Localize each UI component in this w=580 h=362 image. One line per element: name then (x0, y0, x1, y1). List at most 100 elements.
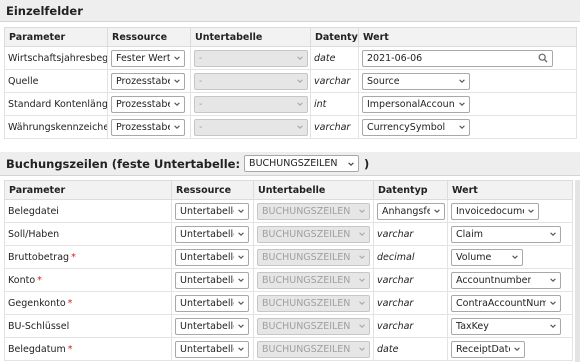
resource-select[interactable]: Fester Wert (111, 49, 185, 67)
subtable-select-value: BUCHUNGSZEILEN (262, 297, 351, 309)
value-select[interactable]: Volume (451, 248, 523, 266)
chevron-down-icon (348, 161, 354, 166)
resource-select[interactable]: Prozesstabelle (111, 118, 185, 136)
table-row: Soll/Haben Untertabelle BUCHUNGSZEILEN varc… (4, 222, 573, 246)
subtable-select-value: - (199, 121, 203, 133)
chevron-down-icon (459, 79, 465, 83)
datatype-cell: varchar (310, 115, 359, 139)
required-marker: * (67, 297, 73, 309)
param-label: Konto (8, 274, 36, 286)
resource-select[interactable]: Prozesstabelle (111, 95, 185, 113)
resource-select-value: Untertabelle (180, 274, 234, 286)
resource-select[interactable]: Untertabelle (175, 225, 249, 243)
subtable-cell: - (190, 115, 311, 139)
subtable-cell: BUCHUNGSZEILEN (253, 291, 374, 315)
col-header-subtable[interactable]: Untertabelle (190, 27, 311, 47)
single-fields-table: Parameter Ressource Untertabelle Datenty… (4, 27, 577, 139)
resource-cell: Untertabelle (171, 199, 254, 223)
table-row: Gegenkonto * Untertabelle BUCHUNGSZEILEN var… (4, 291, 573, 315)
param-cell: Konto * (4, 268, 172, 292)
subtable-cell: BUCHUNGSZEILEN (253, 268, 374, 292)
col-header-value[interactable]: Wert (358, 27, 577, 47)
col-header-subtable[interactable]: Untertabelle (253, 180, 374, 200)
value-select[interactable]: Claim (451, 225, 561, 243)
resource-select[interactable]: Untertabelle (175, 271, 249, 289)
subtable-cell: - (190, 69, 311, 93)
value-select[interactable]: Invoicedocument (451, 202, 539, 220)
col-header-parameter[interactable]: Parameter (4, 180, 172, 200)
value-select[interactable]: Source (362, 72, 470, 90)
param-label: Quelle (8, 75, 39, 87)
value-cell: Invoicedocument (447, 199, 573, 223)
resource-select-value: Fester Wert (116, 52, 170, 64)
chevron-down-icon (359, 347, 365, 351)
value-select[interactable]: Accountnumber (451, 271, 561, 289)
resource-cell: Untertabelle (171, 337, 254, 361)
subtable-select: BUCHUNGSZEILEN (257, 317, 370, 335)
resource-select-value: Untertabelle (180, 228, 234, 240)
value-select[interactable]: CurrencySymbol (362, 118, 470, 136)
chevron-down-icon (238, 209, 244, 213)
table-row: Standard Kontenlänge Prozesstabelle - int Im… (4, 92, 577, 116)
datatype-cell: decimal (373, 245, 448, 269)
resource-select[interactable]: Untertabelle (175, 294, 249, 312)
resource-cell: Prozesstabelle (107, 92, 191, 116)
resource-select-value: Untertabelle (180, 251, 234, 263)
datatype-select[interactable]: Anhangsfeld (377, 202, 445, 220)
chevron-down-icon (359, 324, 365, 328)
scrollbar-track[interactable] (575, 180, 580, 362)
col-header-resource[interactable]: Ressource (171, 180, 254, 200)
param-cell: Soll/Haben (4, 222, 172, 246)
value-cell: Accountnumber (447, 268, 573, 292)
resource-select[interactable]: Untertabelle (175, 317, 249, 335)
resource-cell: Untertabelle (171, 291, 254, 315)
subtable-cell: BUCHUNGSZEILEN (253, 199, 374, 223)
value-select-value: Invoicedocument (456, 205, 524, 217)
chevron-down-icon (550, 232, 556, 236)
value-select-value: TaxKey (456, 320, 489, 332)
table-row: Konto * Untertabelle BUCHUNGSZEILEN varchar A… (4, 268, 573, 292)
datatype-cell: Anhangsfeld (373, 199, 448, 223)
value-cell: ReceiptDate (447, 337, 573, 361)
datatype-select-value: Anhangsfeld (382, 205, 430, 217)
value-select-value: ImpersonalAccountsLe (367, 98, 455, 110)
value-select[interactable]: ContraAccountNumber (451, 294, 561, 312)
col-header-value[interactable]: Wert (447, 180, 573, 200)
subtable-select-value: BUCHUNGSZEILEN (262, 343, 351, 355)
subtable-select-value: - (199, 98, 203, 110)
param-label: Wirtschaftsjahresbeginn (8, 52, 108, 64)
table-row: BU-Schlüssel Untertabelle BUCHUNGSZEILEN va… (4, 314, 573, 338)
subtable-cell: BUCHUNGSZEILEN (253, 245, 374, 269)
chevron-down-icon (297, 125, 303, 129)
chevron-down-icon (238, 232, 244, 236)
value-select[interactable]: TaxKey (451, 317, 561, 335)
subtable-select-value: BUCHUNGSZEILEN (262, 320, 351, 332)
resource-select[interactable]: Untertabelle (175, 248, 249, 266)
value-select-value: CurrencySymbol (367, 121, 446, 133)
col-header-datatype[interactable]: Datentyp (373, 180, 448, 200)
col-header-resource[interactable]: Ressource (107, 27, 191, 47)
value-select[interactable]: ImpersonalAccountsLe (362, 95, 470, 113)
chevron-down-icon (297, 102, 303, 106)
col-header-parameter[interactable]: Parameter (4, 27, 108, 47)
resource-select[interactable]: Untertabelle (175, 340, 249, 358)
search-icon[interactable] (538, 53, 548, 63)
chevron-down-icon (238, 255, 244, 259)
col-header-datatype[interactable]: Datentyp (310, 27, 359, 47)
subtable-select-value: BUCHUNGSZEILEN (262, 205, 351, 217)
fixed-subtable-select[interactable]: BUCHUNGSZEILEN (244, 155, 360, 172)
value-select[interactable]: ReceiptDate (451, 340, 525, 358)
table-row: Quelle Prozesstabelle - varchar Source (4, 69, 577, 93)
resource-select[interactable]: Prozesstabelle (111, 72, 185, 90)
resource-select[interactable]: Untertabelle (175, 202, 249, 220)
resource-cell: Prozesstabelle (107, 69, 191, 93)
chevron-down-icon (359, 209, 365, 213)
resource-select-value: Prozesstabelle (116, 98, 170, 110)
subtable-select: BUCHUNGSZEILEN (257, 248, 370, 266)
chevron-down-icon (459, 102, 465, 106)
chevron-down-icon (297, 56, 303, 60)
value-input[interactable]: 2021-06-06 (362, 49, 553, 67)
param-cell: Gegenkonto * (4, 291, 172, 315)
subtable-select: - (194, 72, 308, 90)
value-input-text: 2021-06-06 (367, 52, 423, 64)
